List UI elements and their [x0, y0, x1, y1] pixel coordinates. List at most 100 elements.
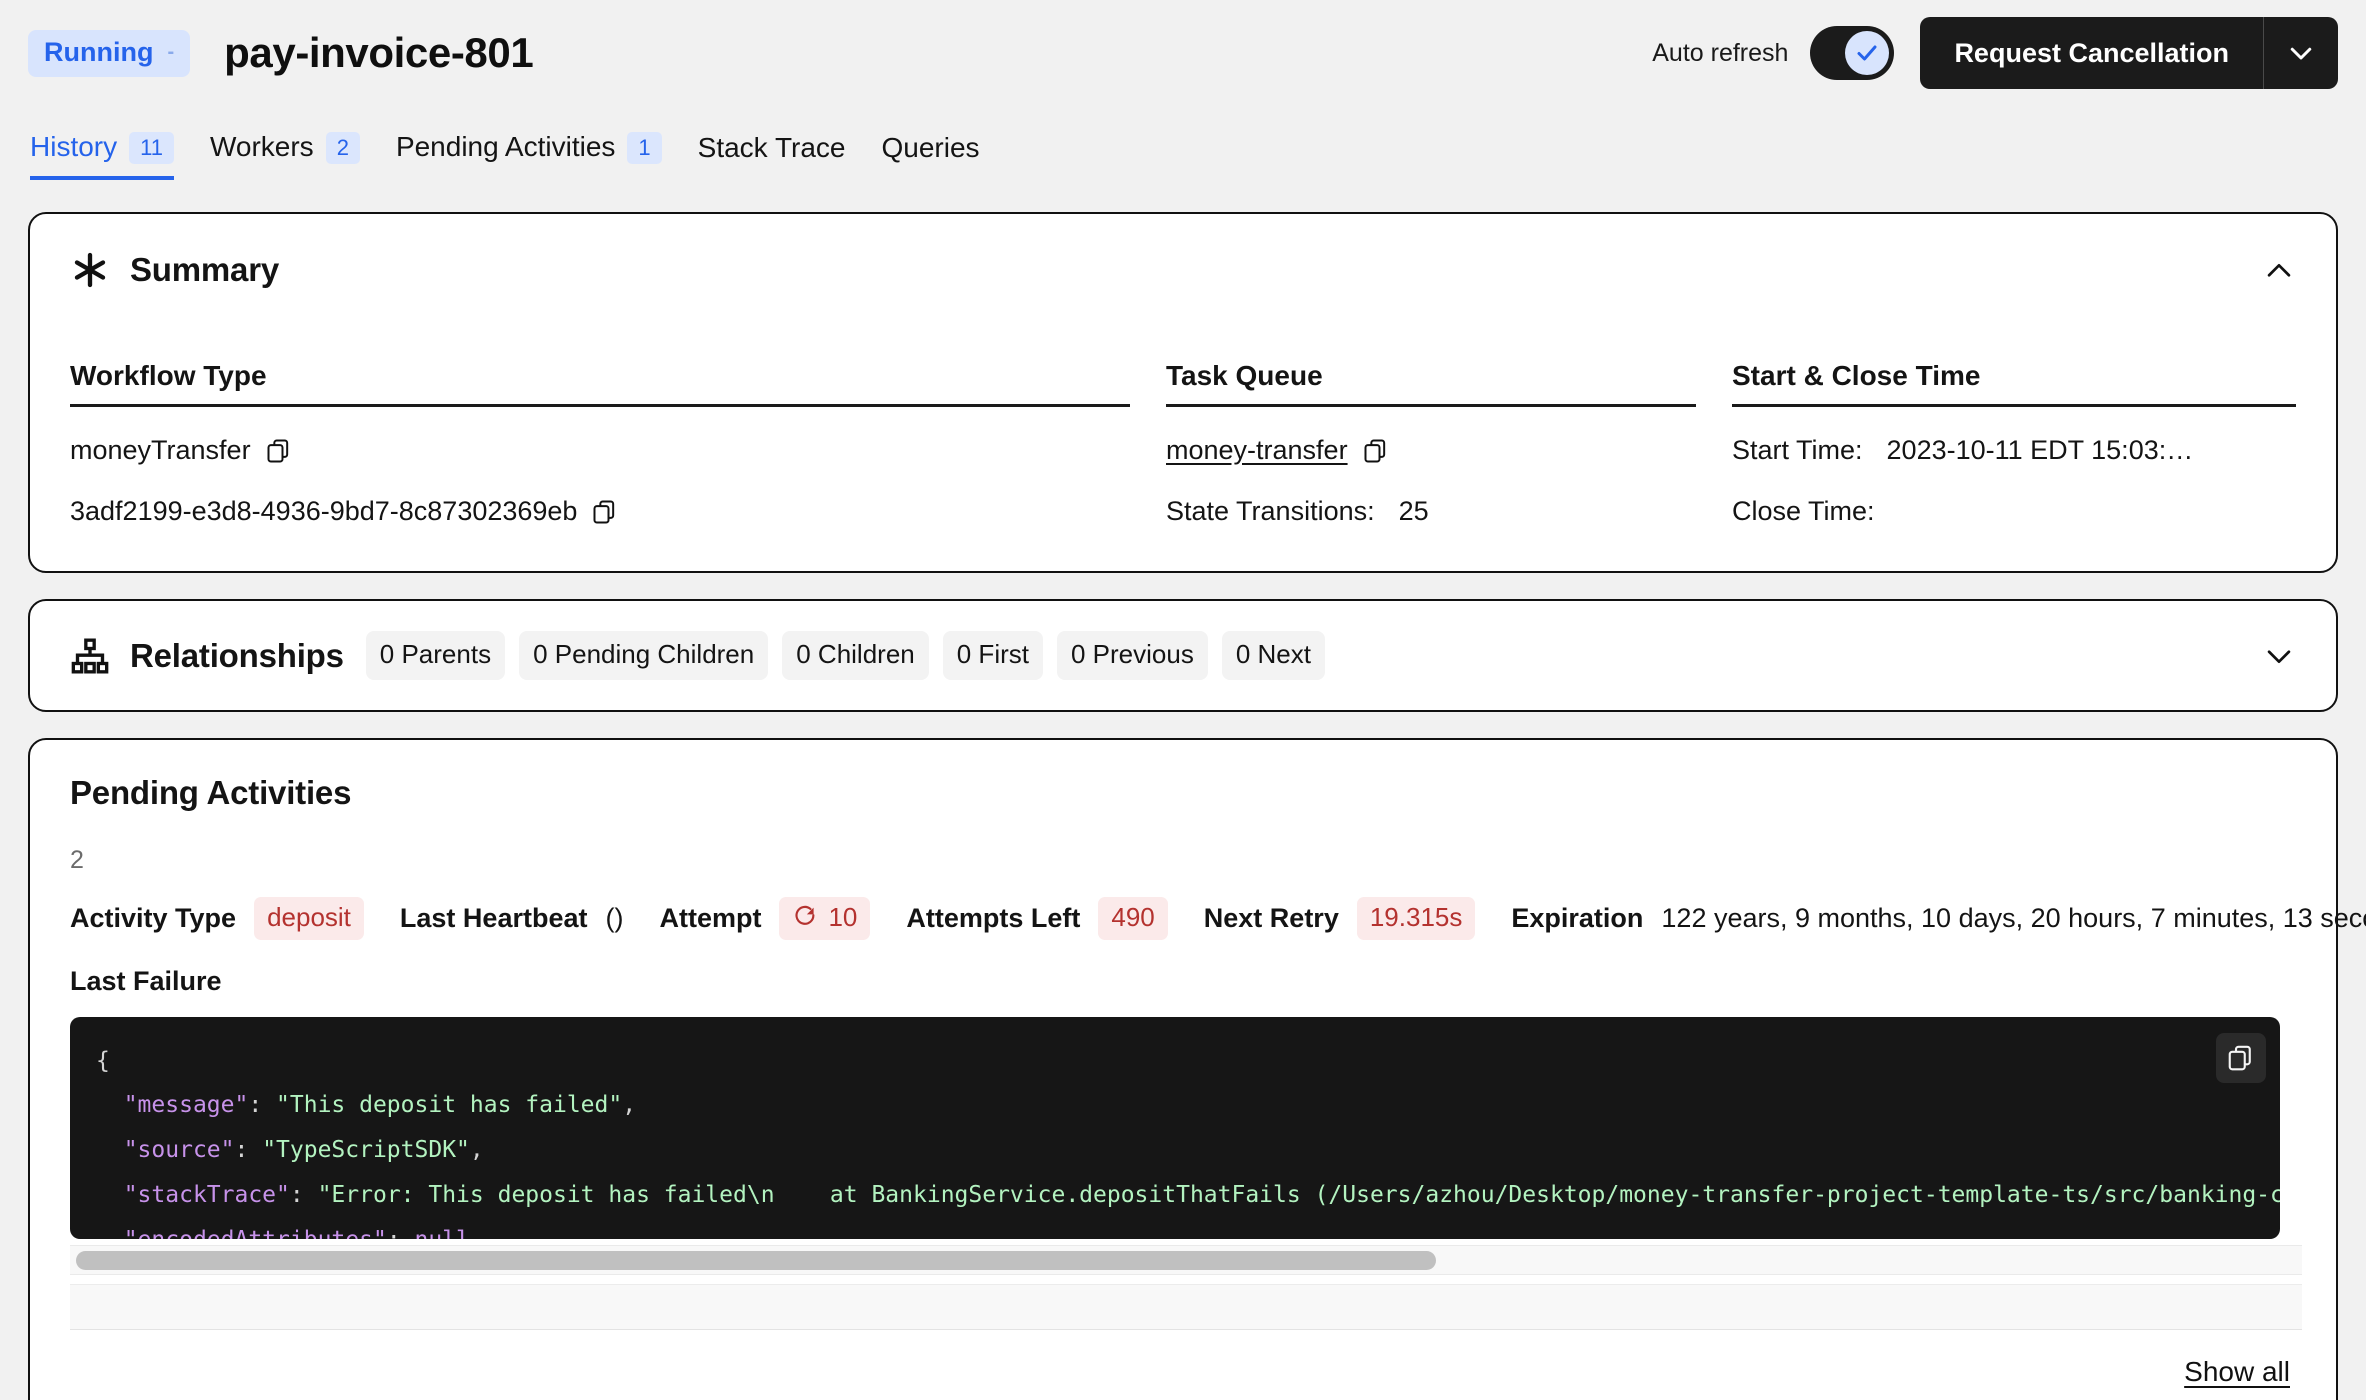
task-queue-heading: Task Queue	[1166, 360, 1696, 407]
asterisk-icon	[70, 250, 110, 290]
task-queue-row: money-transfer	[1166, 435, 1696, 466]
request-cancellation-button[interactable]: Request Cancellation	[1920, 17, 2264, 89]
start-time-row: Start Time: 2023-10-11 EDT 15:03:…	[1732, 435, 2296, 466]
workflow-detail-page: Running - pay-invoice-801 Auto refresh R…	[0, 0, 2366, 1400]
chevron-down-icon	[2262, 639, 2296, 673]
last-heartbeat-label: Last Heartbeat	[400, 903, 588, 934]
copy-icon[interactable]	[1362, 437, 1390, 465]
tab-queries-label: Queries	[882, 133, 980, 164]
tab-history-label: History	[30, 132, 117, 163]
workflow-type-value: moneyTransfer	[70, 435, 251, 466]
tab-stack-trace[interactable]: Stack Trace	[698, 133, 846, 180]
last-failure-code-wrap: { "message": "This deposit has failed", …	[70, 1017, 2296, 1330]
summary-title: Summary	[130, 251, 279, 289]
chip-previous[interactable]: 0 Previous	[1057, 631, 1208, 680]
code-secondary-scroll-track[interactable]	[70, 1284, 2302, 1330]
summary-collapse-button[interactable]	[2256, 248, 2302, 294]
page-header: Running - pay-invoice-801 Auto refresh R…	[28, 0, 2338, 100]
workflow-run-id-row: 3adf2199-e3d8-4936-9bd7-8c87302369eb	[70, 496, 1130, 527]
tab-workers[interactable]: Workers 2	[210, 132, 360, 180]
hierarchy-icon	[70, 636, 110, 676]
task-queue-link[interactable]: money-transfer	[1166, 435, 1348, 466]
close-time-label: Close Time:	[1732, 496, 1875, 527]
copy-icon	[2226, 1043, 2256, 1073]
times-heading: Start & Close Time	[1732, 360, 2296, 407]
tab-pending-activities[interactable]: Pending Activities 1	[396, 132, 662, 180]
chip-parents[interactable]: 0 Parents	[366, 631, 505, 680]
last-heartbeat-value: ()	[605, 903, 623, 934]
tab-queries[interactable]: Queries	[882, 133, 980, 180]
start-time-label: Start Time:	[1732, 435, 1863, 466]
chevron-down-icon	[2286, 38, 2316, 68]
toggle-knob	[1845, 31, 1889, 75]
status-badge: Running -	[28, 30, 190, 77]
json-key-source: "source"	[124, 1137, 235, 1163]
request-cancellation-menu-button[interactable]	[2264, 17, 2338, 89]
relationships-title: Relationships	[130, 637, 344, 675]
summary-card-header: Summary	[70, 250, 2296, 290]
chevron-up-icon	[2262, 254, 2296, 288]
next-retry-label: Next Retry	[1204, 903, 1339, 934]
page-title: pay-invoice-801	[224, 29, 533, 77]
workflow-type-heading: Workflow Type	[70, 360, 1130, 407]
summary-card: Summary Workflow Type moneyTransfer 3adf…	[28, 212, 2338, 573]
expiration-label: Expiration	[1511, 903, 1643, 934]
json-value-source: "TypeScriptSDK"	[262, 1137, 470, 1163]
tab-stack-trace-label: Stack Trace	[698, 133, 846, 164]
summary-col-task-queue: Task Queue money-transfer State Transiti…	[1166, 360, 1696, 527]
relationships-card: Relationships 0 Parents 0 Pending Childr…	[28, 599, 2338, 712]
json-key-encodedattributes: "encodedAttributes"	[124, 1227, 387, 1239]
summary-col-times: Start & Close Time Start Time: 2023-10-1…	[1732, 360, 2296, 527]
activity-type-label: Activity Type	[70, 903, 236, 934]
expiration-value: 122 years, 9 months, 10 days, 20 hours, …	[1661, 903, 2366, 934]
retry-icon	[792, 904, 819, 931]
pending-activities-title: Pending Activities	[70, 774, 2296, 812]
next-retry-value: 19.315s	[1357, 897, 1476, 940]
relationship-chips: 0 Parents 0 Pending Children 0 Children …	[366, 631, 1325, 680]
workflow-run-id: 3adf2199-e3d8-4936-9bd7-8c87302369eb	[70, 496, 577, 527]
json-key-message: "message"	[124, 1092, 249, 1118]
last-failure-code-block[interactable]: { "message": "This deposit has failed", …	[70, 1017, 2280, 1239]
copy-icon[interactable]	[591, 498, 619, 526]
code-horizontal-scrollbar-thumb[interactable]	[76, 1251, 1436, 1270]
attempts-left-label: Attempts Left	[906, 903, 1080, 934]
chip-children[interactable]: 0 Children	[782, 631, 929, 680]
tab-pending-activities-label: Pending Activities	[396, 132, 615, 163]
close-time-row: Close Time:	[1732, 496, 2296, 527]
chip-pending-children[interactable]: 0 Pending Children	[519, 631, 768, 680]
json-key-stacktrace: "stackTrace"	[124, 1182, 290, 1208]
relationships-expand-button[interactable]	[2256, 633, 2302, 679]
tab-history[interactable]: History 11	[30, 132, 174, 180]
state-transitions-value: 25	[1399, 496, 1429, 527]
show-all-link[interactable]: Show all	[2184, 1356, 2290, 1388]
pending-activity-fields: Activity Type deposit Last Heartbeat () …	[70, 897, 2296, 940]
attempt-count: 10	[828, 903, 857, 932]
auto-refresh-label: Auto refresh	[1652, 39, 1788, 68]
last-failure-label: Last Failure	[70, 966, 2296, 997]
start-time-value: 2023-10-11 EDT 15:03:…	[1887, 435, 2194, 466]
summary-grid: Workflow Type moneyTransfer 3adf2199-e3d…	[70, 360, 2296, 527]
status-badge-dash: -	[167, 42, 174, 62]
request-cancellation-group: Request Cancellation	[1920, 17, 2338, 89]
attempt-value: 10	[779, 897, 870, 940]
json-open-brace: {	[96, 1048, 110, 1074]
activity-type-value: deposit	[254, 897, 364, 940]
workflow-tabs: History 11 Workers 2 Pending Activities …	[28, 100, 2338, 180]
code-horizontal-scrollbar[interactable]	[70, 1245, 2302, 1275]
state-transitions-label: State Transitions:	[1166, 496, 1375, 527]
last-failure-json: { "message": "This deposit has failed", …	[96, 1039, 2254, 1239]
summary-col-workflow-type: Workflow Type moneyTransfer 3adf2199-e3d…	[70, 360, 1130, 527]
check-icon	[1855, 41, 1879, 65]
tab-workers-count: 2	[326, 132, 360, 164]
attempt-label: Attempt	[659, 903, 761, 934]
copy-icon[interactable]	[265, 437, 293, 465]
pending-activity-index: 2	[70, 846, 2296, 875]
state-transitions-row: State Transitions: 25	[1166, 496, 1696, 527]
copy-json-button[interactable]	[2216, 1033, 2266, 1083]
chip-next[interactable]: 0 Next	[1222, 631, 1325, 680]
chip-first[interactable]: 0 First	[943, 631, 1043, 680]
auto-refresh-toggle[interactable]	[1810, 26, 1894, 80]
show-all-row: Show all	[70, 1356, 2296, 1388]
header-actions: Auto refresh Request Cancellation	[1652, 17, 2338, 89]
tab-history-count: 11	[129, 132, 174, 164]
